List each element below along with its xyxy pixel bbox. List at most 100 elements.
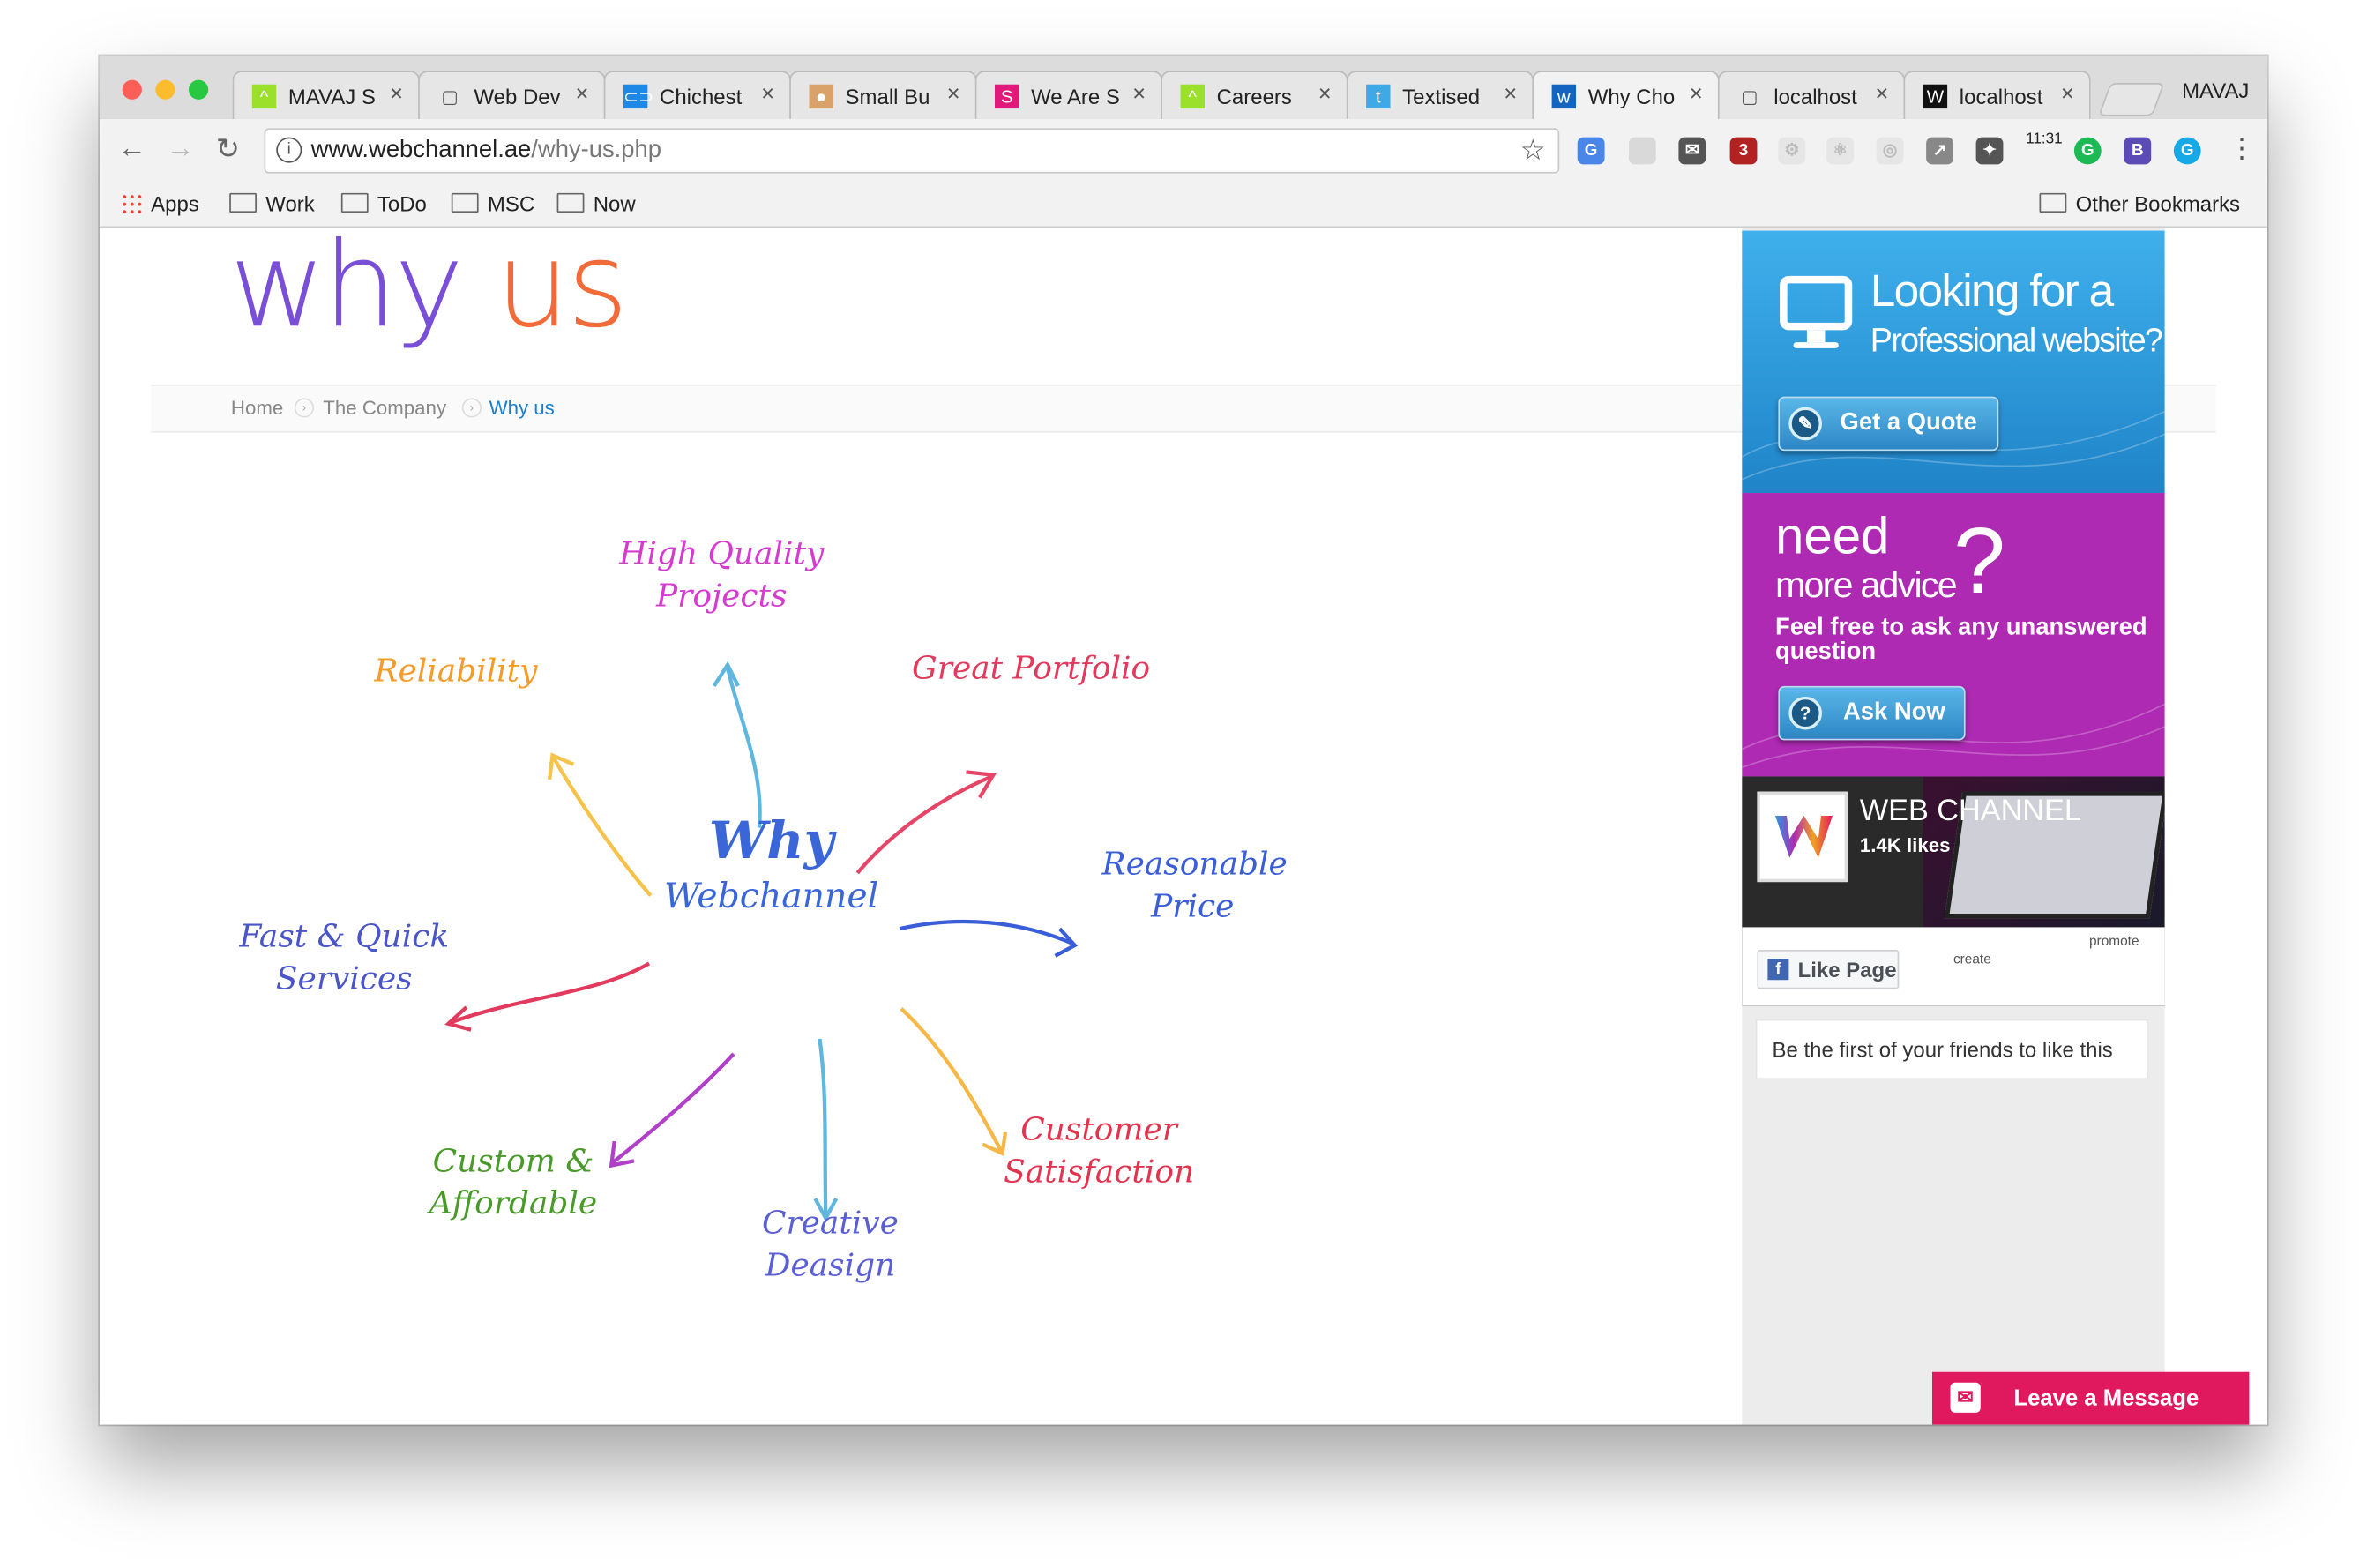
ws-logo-icon: W [1923, 84, 1948, 109]
zoom-window-button[interactable] [188, 79, 209, 100]
back-icon[interactable]: ← [118, 132, 147, 166]
browser-tab[interactable]: ▢ localhost × [1717, 71, 1906, 120]
browser-tab[interactable]: S We Are S × [974, 71, 1163, 120]
page-avatar[interactable] [1757, 791, 1848, 883]
swirl-extension-icon[interactable]: ◎ [1876, 137, 1904, 165]
menu-kebab-icon[interactable]: ⋮ [2228, 132, 2255, 164]
caret-logo-icon: ^ [251, 84, 277, 109]
w-logo-icon [1774, 815, 1833, 858]
arrow-head-high-quality [712, 661, 740, 688]
advice-question-mark: ? [1953, 509, 2005, 614]
advice-need: need [1774, 508, 1890, 566]
advice-text: Feel free to ask any unanswered question [1774, 615, 2147, 665]
bookmark-msc[interactable]: MSC [451, 191, 535, 216]
browser-tab[interactable]: ⊂⊃ Chichest × [603, 71, 791, 120]
tab-close-icon[interactable]: × [390, 81, 403, 107]
tab-close-icon[interactable]: × [1875, 81, 1888, 107]
edit-icon: ✎ [1788, 407, 1823, 441]
arrow-customer [900, 1007, 1003, 1152]
tab-close-icon[interactable]: × [947, 81, 960, 107]
translate-extension-icon[interactable]: G [1577, 137, 1605, 165]
site-info-icon[interactable]: i [276, 137, 302, 163]
bookmark-label: MSC [487, 191, 535, 216]
mail-extension-icon[interactable]: ✉ [1678, 137, 1706, 165]
bookmark-todo[interactable]: ToDo [340, 191, 427, 216]
w-logo-icon: w [1551, 84, 1577, 109]
bookmark-apps[interactable]: Apps [120, 191, 199, 216]
new-tab-button[interactable] [2098, 83, 2165, 116]
get-quote-button[interactable]: ✎ Get a Quote [1778, 396, 1999, 452]
question-icon: ? [1788, 696, 1823, 730]
tab-title: We Are S [1031, 84, 1120, 109]
monitor-icon [1780, 275, 1853, 331]
bookmark-apps-label: Apps [151, 191, 199, 216]
url-host: www.webchannel.ae [310, 137, 532, 163]
gear-extension-icon[interactable]: ⚙ [1778, 137, 1806, 165]
get-quote-label: Get a Quote [1840, 410, 1977, 437]
ublock-extension-icon[interactable]: 3 [1729, 137, 1758, 165]
forward-icon[interactable]: → [166, 132, 195, 166]
bookmark-label: ToDo [377, 191, 427, 216]
leave-message-button[interactable]: ✉ Leave a Message [1931, 1371, 2250, 1425]
g-extension-icon[interactable]: G [2173, 137, 2201, 165]
mindmap-reliability: Reliability [374, 653, 538, 690]
like-page-button[interactable]: f Like Page [1757, 950, 1900, 989]
mindmap-center-line1: Why [708, 810, 834, 872]
browser-tab[interactable]: ▢ Web Dev × [418, 71, 606, 120]
tab-close-icon[interactable]: × [1318, 81, 1332, 107]
browser-tab[interactable]: w Why Cho × [1532, 71, 1720, 120]
tab-close-icon[interactable]: × [1504, 81, 1517, 107]
b-extension-icon[interactable]: B [2124, 137, 2152, 165]
facebook-page-name[interactable]: WEB CHANNEL [1860, 795, 2081, 829]
ask-now-button[interactable]: ? Ask Now [1778, 685, 1966, 741]
tab-close-icon[interactable]: × [2061, 81, 2074, 107]
bookmark-star-icon[interactable]: ☆ [1520, 134, 1546, 168]
facebook-widget: create promote WEB CHANNEL 1.4K likes f … [1742, 776, 2165, 1006]
address-url[interactable]: www.webchannel.ae/why-us.php [311, 138, 661, 165]
clock-extension-icon[interactable]: 11:31 [2026, 132, 2063, 147]
tab-title: Web Dev [474, 84, 561, 109]
browser-tab[interactable]: ^ MAVAJ S × [232, 71, 420, 120]
browser-window: ^ MAVAJ S × ▢ Web Dev × ⊂⊃ Chichest × ● Small Bu × S… [99, 56, 2267, 1425]
toolbar: ← → ↻ i www.webchannel.ae/why-us.php ☆ G… [99, 119, 2267, 183]
tab-close-icon[interactable]: × [1132, 81, 1146, 107]
folder-icon [2039, 192, 2067, 213]
tab-title: MAVAJ S [287, 84, 376, 109]
advice-panel: need more advice ? Feel free to ask any … [1742, 493, 2165, 777]
folder-icon [340, 192, 369, 213]
tab-title: localhost [1959, 84, 2043, 109]
arrow-reasonable-price [899, 919, 1074, 946]
browser-tab[interactable]: ^ Careers × [1161, 71, 1348, 120]
tab-close-icon[interactable]: × [761, 81, 774, 107]
profile-name[interactable]: MAVAJ [2182, 78, 2249, 102]
bookmark-work[interactable]: Work [229, 191, 315, 215]
folder-icon [556, 192, 585, 213]
address-bar[interactable]: i www.webchannel.ae/why-us.php ☆ [264, 128, 1560, 174]
tab-title: Careers [1216, 84, 1292, 109]
link-extension-icon[interactable]: ↗ [1926, 137, 1953, 165]
browser-tab[interactable]: ● Small Bu × [789, 71, 977, 120]
facebook-friends-text: Be the first of your friends to like thi… [1772, 1037, 2113, 1062]
browser-tab[interactable]: t Textised × [1346, 71, 1534, 120]
browser-tab[interactable]: Wlocalhost × [1903, 71, 2091, 120]
bulb-extension-icon[interactable]: ✦ [1975, 137, 2004, 165]
arrow-fast [451, 961, 651, 1025]
arrow-creative [818, 1038, 828, 1215]
mindmap-custom-affordable: Custom & Affordable [429, 1142, 598, 1221]
bookmark-now[interactable]: Now [556, 191, 636, 215]
tab-close-icon[interactable]: × [576, 81, 589, 107]
mustache-avatar-icon: ● [809, 84, 833, 109]
react-extension-icon[interactable]: ⚛ [1826, 137, 1854, 165]
caret-logo-icon: ^ [1180, 84, 1205, 109]
web-page: why us Home › The Company › Why us Why W… [99, 219, 2267, 1425]
mindmap-high-quality: High Quality Projects [619, 534, 825, 614]
cube-extension-icon[interactable] [1628, 137, 1656, 165]
quote-line2: Professional website? [1870, 321, 2163, 359]
tab-close-icon[interactable]: × [1690, 81, 1703, 107]
reload-icon[interactable]: ↻ [216, 132, 240, 167]
close-window-button[interactable] [122, 79, 142, 100]
minimize-window-button[interactable] [155, 79, 175, 100]
bookmark-other[interactable]: Other Bookmarks [2039, 191, 2240, 215]
grammarly-extension-icon[interactable]: G [2073, 137, 2102, 165]
ask-now-label: Ask Now [1842, 699, 1945, 726]
